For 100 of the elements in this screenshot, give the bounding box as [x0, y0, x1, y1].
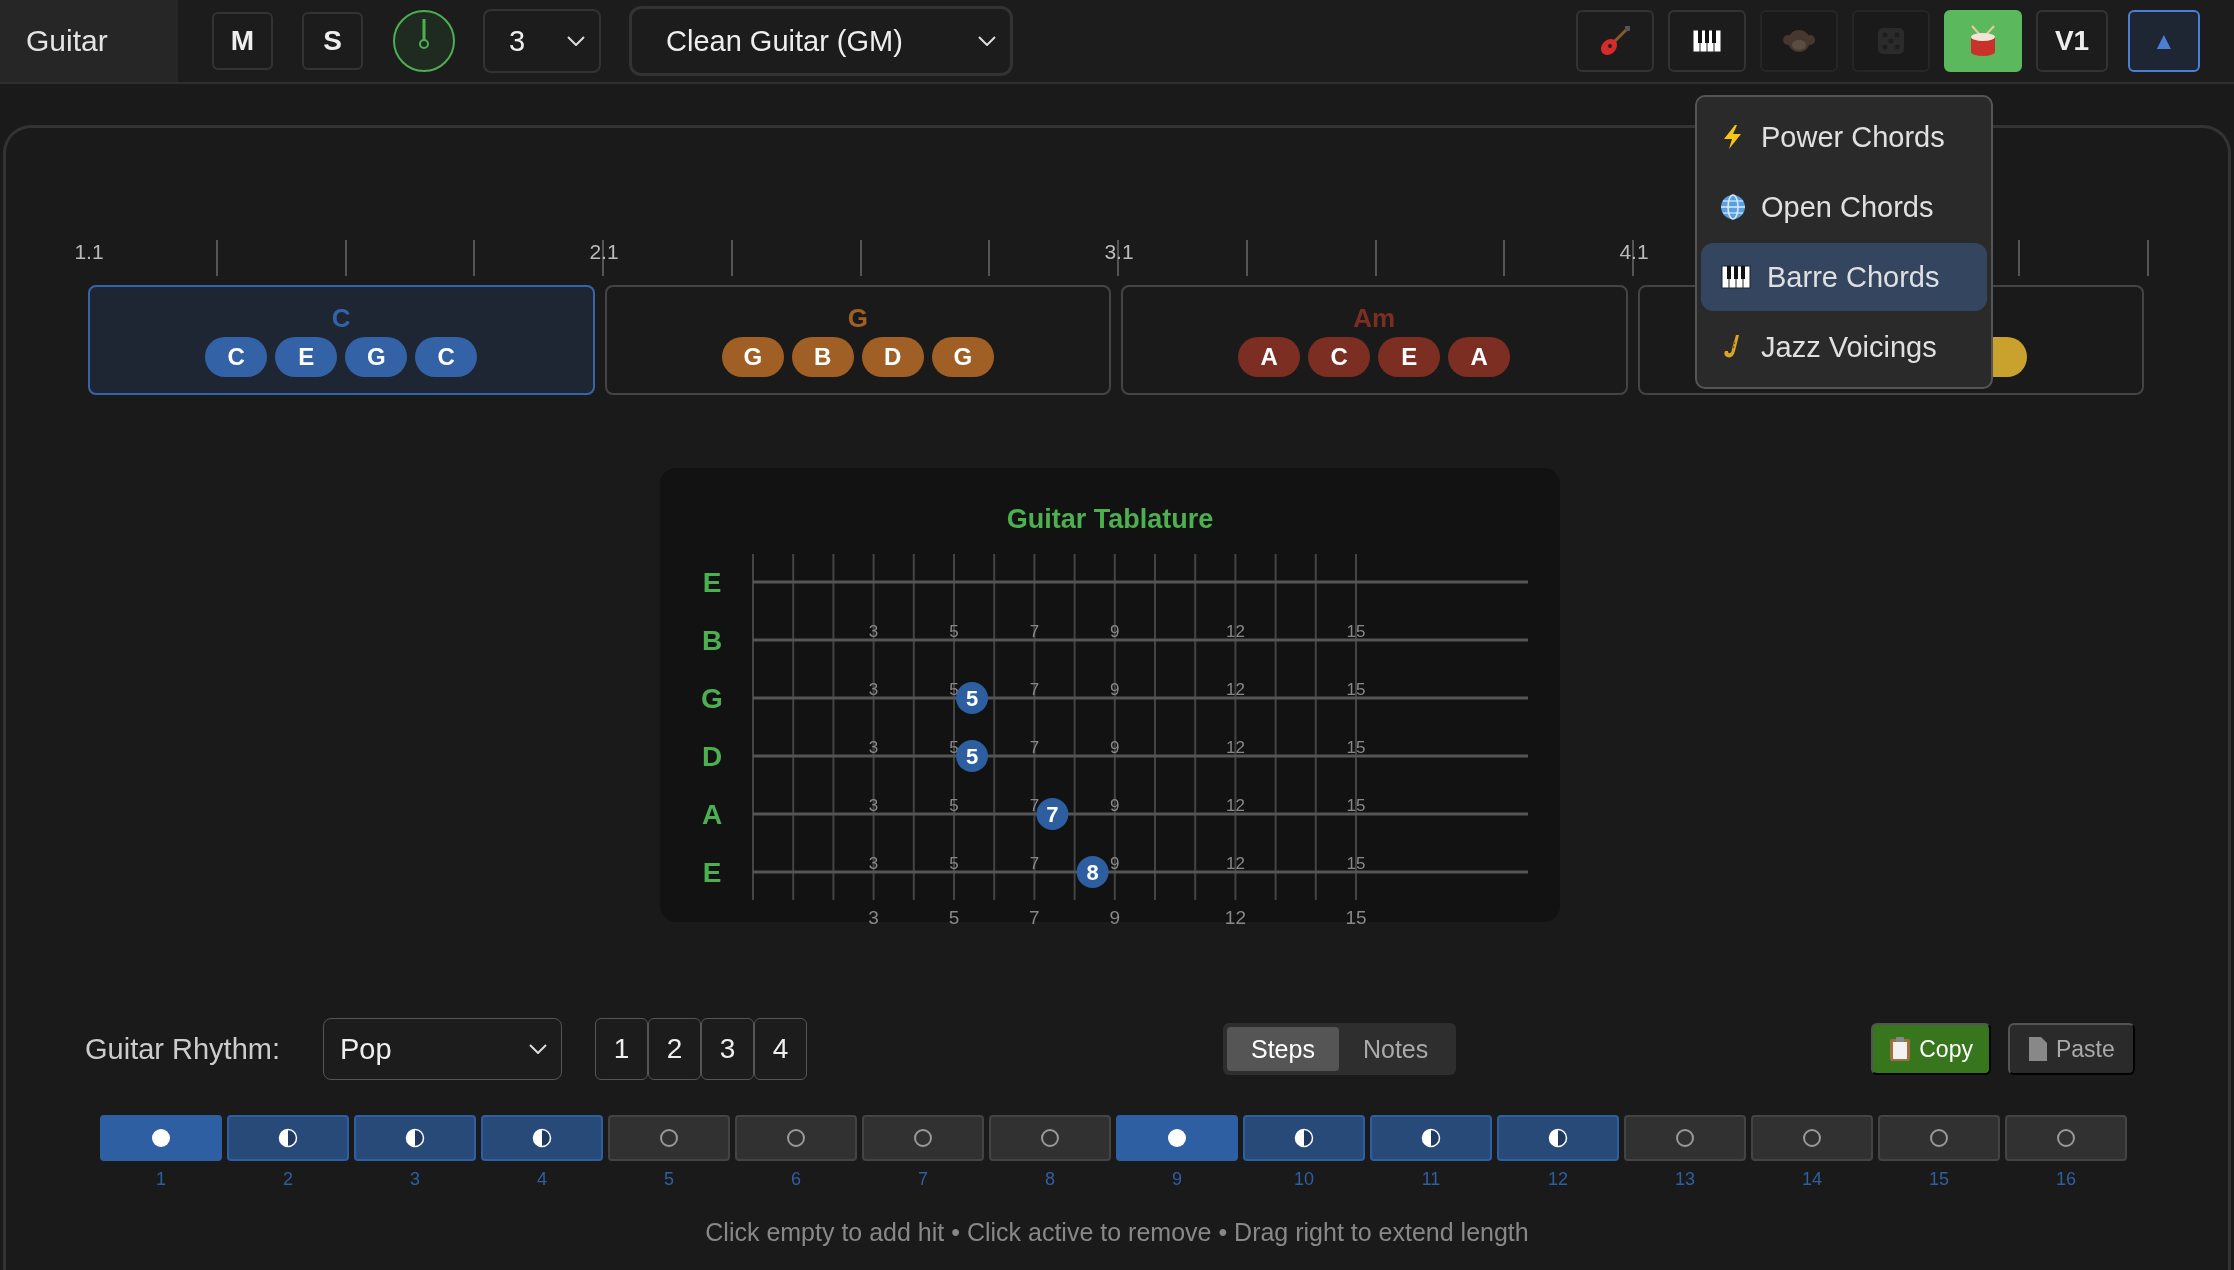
paste-button[interactable]: Paste — [2007, 1023, 2135, 1075]
octave-select[interactable]: 3 — [483, 9, 601, 73]
variation-button[interactable]: 4 — [754, 1018, 807, 1080]
menu-item-label: Jazz Voicings — [1761, 330, 1937, 364]
globe-icon — [1719, 193, 1747, 221]
ring-icon — [1675, 1128, 1695, 1148]
menu-item[interactable]: Power Chords — [1701, 103, 1987, 171]
note-badge: C — [415, 337, 478, 377]
menu-item-label: Open Chords — [1761, 190, 1934, 224]
fret-number: 3 — [868, 907, 879, 928]
fret-number: 7 — [1029, 680, 1040, 699]
note-badge: C — [1308, 337, 1371, 377]
step-cell[interactable] — [100, 1115, 222, 1161]
toolbar-button[interactable]: ▲ — [2128, 10, 2200, 72]
filled-circle-icon — [1167, 1128, 1187, 1148]
instrument-select[interactable]: Clean Guitar (GM) — [629, 6, 1013, 76]
half-circle-icon — [1294, 1128, 1314, 1148]
fret-number: 12 — [1224, 907, 1246, 928]
string-label: E — [702, 857, 722, 888]
menu-item[interactable]: Open Chords — [1701, 173, 1987, 241]
step-number: 16 — [2056, 1169, 2076, 1190]
string-label: D — [701, 741, 723, 772]
ring-icon — [913, 1128, 933, 1148]
step-cell[interactable] — [1243, 1115, 1365, 1161]
fret-number: 9 — [1110, 680, 1120, 699]
step-cell[interactable] — [1116, 1115, 1238, 1161]
fret-number: 9 — [1110, 622, 1120, 641]
step-number: 9 — [1172, 1169, 1182, 1190]
fret-number: 3 — [868, 622, 879, 641]
note-badge: G — [931, 337, 994, 377]
fret-number: 9 — [1110, 796, 1120, 815]
string-label: B — [701, 625, 723, 656]
variation-button[interactable]: 3 — [701, 1018, 754, 1080]
variation-button[interactable]: 2 — [648, 1018, 701, 1080]
step-number: 5 — [664, 1169, 674, 1190]
bar-label: 3.1 — [1104, 240, 1134, 264]
chevron-icon — [567, 36, 585, 46]
step-cell[interactable] — [1878, 1115, 2000, 1161]
track-name: Guitar — [0, 0, 178, 82]
ring-icon — [786, 1128, 806, 1148]
fret-number: 5 — [949, 738, 959, 757]
note-badge: C — [205, 337, 268, 377]
fret-number: 3 — [868, 680, 879, 699]
chord-name: Am — [1353, 303, 1396, 333]
step-cell[interactable] — [735, 1115, 857, 1161]
step-number: 15 — [1929, 1169, 1949, 1190]
step-number: 11 — [1421, 1169, 1441, 1190]
fret-number: 5 — [949, 854, 959, 873]
view-tab[interactable]: Steps — [1227, 1027, 1339, 1071]
fret-number: 9 — [1109, 907, 1121, 928]
step-cell[interactable] — [1624, 1115, 1746, 1161]
string-label: A — [701, 799, 723, 830]
view-tab[interactable]: Notes — [1338, 1027, 1453, 1071]
ring-icon — [2056, 1128, 2076, 1148]
ring-icon — [1040, 1128, 1060, 1148]
drum-button[interactable] — [1944, 10, 2022, 72]
step-cell[interactable] — [862, 1115, 984, 1161]
guitar-button[interactable] — [1576, 10, 1654, 72]
menu-item-label: Barre Chords — [1767, 260, 1940, 294]
note-badge: E — [275, 337, 338, 377]
clipboard-icon — [1889, 1036, 1912, 1062]
filled-circle-icon — [151, 1128, 171, 1148]
rhythm-select[interactable]: Pop — [323, 1018, 562, 1080]
fret-number: 7 — [1029, 738, 1040, 757]
solo-button[interactable]: S — [302, 12, 363, 70]
ring-icon — [1802, 1128, 1822, 1148]
variation-button[interactable]: 1 — [595, 1018, 648, 1080]
step-cell[interactable] — [989, 1115, 1111, 1161]
fret-number: 7 — [1029, 854, 1040, 873]
step-number: 14 — [1802, 1169, 1822, 1190]
piano-button[interactable] — [1668, 10, 1746, 72]
toolbar-button[interactable]: V1 — [2036, 10, 2108, 72]
step-number: 8 — [1045, 1169, 1055, 1190]
hint-text: Click empty to add hit • Click active to remove • Drag right to extend length — [704, 1218, 1530, 1247]
step-cell[interactable] — [354, 1115, 476, 1161]
ring-icon — [1929, 1128, 1949, 1148]
fret-number: 9 — [1110, 854, 1120, 873]
chord-card[interactable]: Am A C E A — [1121, 285, 1628, 395]
ring-icon — [659, 1128, 679, 1148]
chord-card[interactable]: C C E G C — [88, 285, 595, 395]
guitar-icon — [1598, 24, 1632, 58]
step-cell[interactable] — [1497, 1115, 1619, 1161]
mute-button[interactable]: M — [212, 12, 273, 70]
menu-item[interactable]: Jazz Voicings — [1701, 313, 1987, 381]
step-cell[interactable] — [481, 1115, 603, 1161]
fret-note[interactable]: 8 — [1076, 856, 1109, 888]
step-number: 13 — [1675, 1169, 1695, 1190]
step-cell[interactable] — [608, 1115, 730, 1161]
menu-item-label: Power Chords — [1761, 120, 1945, 154]
menu-item[interactable]: Barre Chords — [1701, 243, 1987, 311]
step-cell[interactable] — [227, 1115, 349, 1161]
copy-button[interactable]: Copy — [1871, 1023, 1991, 1075]
chord-card[interactable]: G G B D G — [604, 285, 1111, 395]
fret-number: 12 — [1225, 680, 1245, 699]
step-cell[interactable] — [1751, 1115, 1873, 1161]
knob-icon[interactable] — [392, 9, 456, 73]
fret-number: 12 — [1225, 854, 1245, 873]
step-cell[interactable] — [2005, 1115, 2127, 1161]
step-cell[interactable] — [1370, 1115, 1492, 1161]
fret-number: 3 — [868, 796, 879, 815]
